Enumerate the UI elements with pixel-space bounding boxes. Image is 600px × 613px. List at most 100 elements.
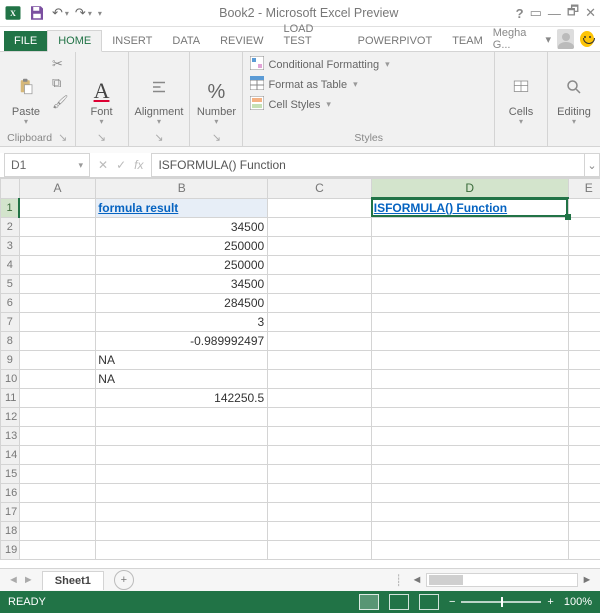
- cell-C3[interactable]: [268, 236, 372, 255]
- cell-B13[interactable]: [96, 426, 268, 445]
- select-all-corner[interactable]: [1, 179, 20, 199]
- editing-button[interactable]: Editing ▾: [554, 56, 594, 126]
- restore-button[interactable]: 🗗: [567, 2, 579, 24]
- avatar-icon[interactable]: [557, 29, 574, 49]
- cell-B7[interactable]: 3: [96, 312, 268, 331]
- zoom-track[interactable]: [461, 601, 541, 603]
- dialog-launcher-icon[interactable]: ↘: [212, 131, 221, 144]
- row-header-16[interactable]: 16: [1, 483, 20, 502]
- cell-C10[interactable]: [268, 369, 372, 388]
- cell-C12[interactable]: [268, 407, 372, 426]
- cell-C17[interactable]: [268, 502, 372, 521]
- cell-A12[interactable]: [19, 407, 96, 426]
- tab-loadtest[interactable]: LOAD TEST: [274, 19, 348, 51]
- cell-E14[interactable]: [568, 445, 600, 464]
- cell-D8[interactable]: [371, 331, 568, 350]
- cell-D10[interactable]: [371, 369, 568, 388]
- col-header-A[interactable]: A: [19, 179, 96, 199]
- cell-E8[interactable]: [568, 331, 600, 350]
- cell-E9[interactable]: [568, 350, 600, 369]
- row-header-8[interactable]: 8: [1, 331, 20, 350]
- horizontal-scrollbar[interactable]: [426, 573, 578, 587]
- cell-C18[interactable]: [268, 521, 372, 540]
- chevron-down-icon[interactable]: ▾: [78, 160, 83, 171]
- number-button[interactable]: % Number ▾: [196, 56, 236, 126]
- feedback-smiley-icon[interactable]: [580, 31, 594, 47]
- chevron-down-icon[interactable]: ▾: [326, 99, 331, 110]
- cell-C6[interactable]: [268, 293, 372, 312]
- chevron-down-icon[interactable]: ▾: [65, 9, 69, 18]
- font-button[interactable]: A Font ▾: [82, 56, 122, 126]
- cell-E4[interactable]: [568, 255, 600, 274]
- row-header-5[interactable]: 5: [1, 274, 20, 293]
- cell-B12[interactable]: [96, 407, 268, 426]
- cell-E13[interactable]: [568, 426, 600, 445]
- chevron-down-icon[interactable]: ▾: [353, 79, 358, 90]
- cell-D18[interactable]: [371, 521, 568, 540]
- tab-team[interactable]: TEAM: [442, 31, 493, 51]
- cell-E16[interactable]: [568, 483, 600, 502]
- cell-A8[interactable]: [19, 331, 96, 350]
- chevron-down-icon[interactable]: ▾: [157, 118, 161, 126]
- format-as-table-button[interactable]: Format as Table▾: [249, 76, 389, 93]
- cell-D17[interactable]: [371, 502, 568, 521]
- cell-D16[interactable]: [371, 483, 568, 502]
- zoom-level[interactable]: 100%: [564, 596, 592, 608]
- row-header-1[interactable]: 1: [1, 198, 20, 217]
- cell-A19[interactable]: [19, 540, 96, 559]
- tab-file[interactable]: FILE: [4, 31, 47, 51]
- cell-D3[interactable]: [371, 236, 568, 255]
- chevron-down-icon[interactable]: ▾: [546, 33, 552, 46]
- redo-button[interactable]: ↷▾: [75, 5, 92, 21]
- zoom-slider[interactable]: − +: [449, 596, 554, 608]
- cell-B4[interactable]: 250000: [96, 255, 268, 274]
- cell-B8[interactable]: -0.989992497: [96, 331, 268, 350]
- cell-C1[interactable]: [268, 198, 372, 217]
- col-header-E[interactable]: E: [568, 179, 600, 199]
- cell-C19[interactable]: [268, 540, 372, 559]
- row-header-7[interactable]: 7: [1, 312, 20, 331]
- col-header-B[interactable]: B: [96, 179, 268, 199]
- formula-input[interactable]: ISFORMULA() Function: [151, 153, 584, 177]
- cell-B16[interactable]: [96, 483, 268, 502]
- dialog-launcher-icon[interactable]: ↘: [97, 131, 106, 144]
- cell-A15[interactable]: [19, 464, 96, 483]
- format-painter-icon[interactable]: 🖌: [52, 94, 69, 110]
- cell-C5[interactable]: [268, 274, 372, 293]
- cell-B6[interactable]: 284500: [96, 293, 268, 312]
- cell-A2[interactable]: [19, 217, 96, 236]
- save-icon[interactable]: [28, 4, 46, 22]
- dialog-launcher-icon[interactable]: ↘: [58, 131, 67, 144]
- cell-B14[interactable]: [96, 445, 268, 464]
- cell-D12[interactable]: [371, 407, 568, 426]
- cell-D1[interactable]: ISFORMULA() Function: [371, 198, 568, 217]
- cell-E15[interactable]: [568, 464, 600, 483]
- row-header-17[interactable]: 17: [1, 502, 20, 521]
- expand-formula-bar-icon[interactable]: ⌄: [584, 153, 600, 177]
- cell-C15[interactable]: [268, 464, 372, 483]
- cell-B1[interactable]: formula result: [96, 198, 268, 217]
- cell-B10[interactable]: NA: [96, 369, 268, 388]
- cell-E17[interactable]: [568, 502, 600, 521]
- cell-E1[interactable]: [568, 198, 600, 217]
- cell-A3[interactable]: [19, 236, 96, 255]
- cells-button[interactable]: Cells ▾: [501, 56, 541, 126]
- col-header-D[interactable]: D: [371, 179, 568, 199]
- cell-A14[interactable]: [19, 445, 96, 464]
- row-header-2[interactable]: 2: [1, 217, 20, 236]
- paste-button[interactable]: Paste ▾: [6, 56, 46, 126]
- sheet-nav-prev-icon[interactable]: ◄: [8, 574, 19, 586]
- cell-E19[interactable]: [568, 540, 600, 559]
- tab-powerpivot[interactable]: POWERPIVOT: [348, 31, 443, 51]
- cell-D5[interactable]: [371, 274, 568, 293]
- help-icon[interactable]: ?: [516, 6, 524, 21]
- row-header-13[interactable]: 13: [1, 426, 20, 445]
- cell-D4[interactable]: [371, 255, 568, 274]
- cell-A5[interactable]: [19, 274, 96, 293]
- zoom-in-icon[interactable]: +: [547, 596, 553, 608]
- name-box[interactable]: D1 ▾: [4, 153, 90, 177]
- chevron-down-icon[interactable]: ▾: [572, 118, 576, 126]
- sheet-tab-active[interactable]: Sheet1: [42, 571, 104, 590]
- cell-A18[interactable]: [19, 521, 96, 540]
- new-sheet-button[interactable]: +: [114, 570, 134, 590]
